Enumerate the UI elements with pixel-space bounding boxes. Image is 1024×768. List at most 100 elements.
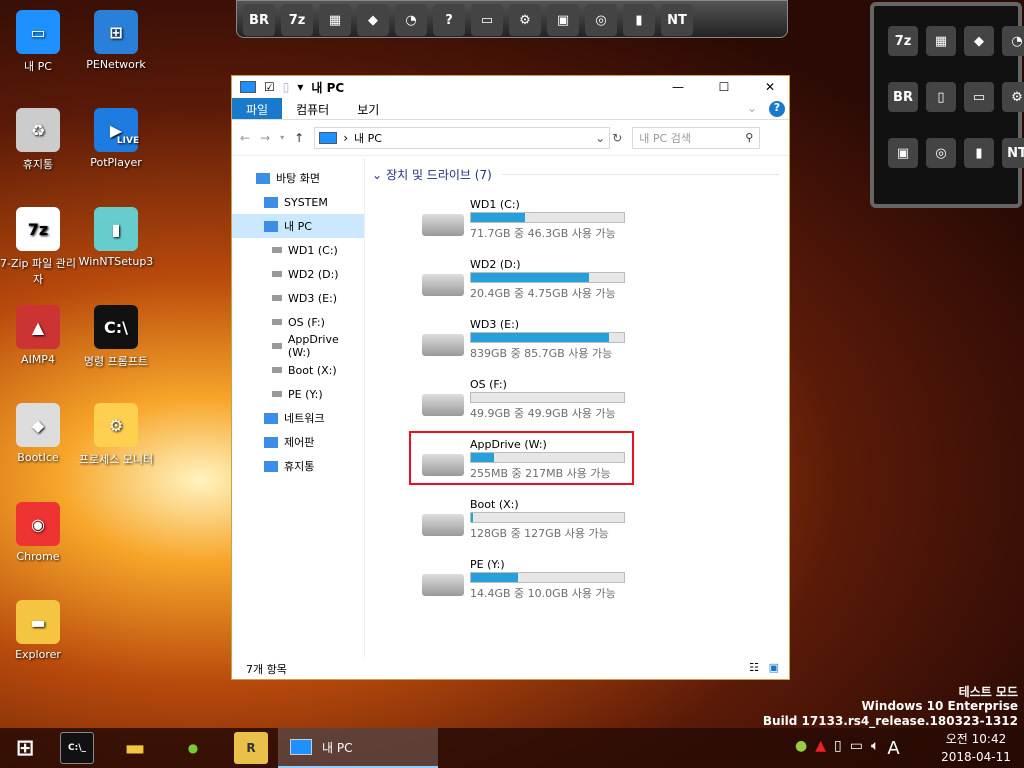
- 7z-launcher-icon[interactable]: 7z: [888, 26, 918, 56]
- desktop-icon[interactable]: ▲ AIMP4: [0, 305, 76, 366]
- desktop-icon[interactable]: ▮ WinNTSetup3: [78, 207, 154, 268]
- ime-indicator[interactable]: A: [887, 738, 899, 759]
- nav-item[interactable]: OS (F:): [232, 310, 364, 334]
- volume-icon[interactable]: 🔈︎: [871, 738, 879, 759]
- nav-item[interactable]: SYSTEM: [232, 190, 364, 214]
- maximize-button[interactable]: ☐: [705, 80, 743, 94]
- address-bar[interactable]: › 내 PC ⌄: [314, 126, 611, 149]
- nav-item[interactable]: 제어판: [232, 430, 364, 454]
- desktop-icon[interactable]: ▭ 내 PC: [0, 10, 76, 74]
- clock[interactable]: 오전 10:42 2018-04-11: [936, 730, 1016, 766]
- network-icon[interactable]: ▭: [850, 738, 863, 759]
- nav-item[interactable]: PE (Y:): [232, 382, 364, 406]
- 7z-launcher-icon[interactable]: 7z: [281, 4, 313, 36]
- settings-launcher-icon[interactable]: ⚙: [1002, 82, 1024, 112]
- bootice-launcher-icon[interactable]: ◆: [964, 26, 994, 56]
- drive-tile[interactable]: OS (F:) 49.9GB 중 49.9GB 사용 가능: [416, 378, 636, 428]
- cd-launcher-icon[interactable]: ◎: [585, 4, 617, 36]
- taskbar-app[interactable]: ●: [176, 732, 210, 764]
- desktop-icon[interactable]: 7z 7-Zip 파일 관리자: [0, 207, 76, 287]
- nav-item-label: 바탕 화면: [276, 172, 320, 185]
- properties-icon[interactable]: ☑: [264, 80, 275, 94]
- BR-launcher-icon[interactable]: BR: [888, 82, 918, 112]
- NT-launcher-icon[interactable]: NT: [661, 4, 693, 36]
- winntsetup-launcher-icon[interactable]: ▮: [623, 4, 655, 36]
- tab-computer[interactable]: 컴퓨터: [282, 98, 343, 119]
- nav-item[interactable]: WD1 (C:): [232, 238, 364, 262]
- partition-launcher-icon[interactable]: ◔: [1002, 26, 1024, 56]
- desktop-icon[interactable]: C:\ 명령 프롬프트: [78, 305, 154, 369]
- desktop-icon[interactable]: ⊞ PENetwork: [78, 10, 154, 71]
- nav-item[interactable]: WD2 (D:): [232, 262, 364, 286]
- BR-launcher-icon[interactable]: BR: [243, 4, 275, 36]
- back-button[interactable]: ←: [240, 131, 250, 145]
- nav-item[interactable]: Boot (X:): [232, 358, 364, 382]
- nav-item[interactable]: 네트워크: [232, 406, 364, 430]
- recent-dropdown-icon[interactable]: ▾: [280, 133, 284, 142]
- winntsetup-launcher-icon[interactable]: ▮: [964, 138, 994, 168]
- drive-tile[interactable]: WD2 (D:) 20.4GB 중 4.75GB 사용 가능: [416, 258, 636, 308]
- drive-tile[interactable]: AppDrive (W:) 255MB 중 217MB 사용 가능: [409, 431, 636, 488]
- help-icon[interactable]: ?: [769, 101, 785, 117]
- partition-launcher-icon[interactable]: ◔: [395, 4, 427, 36]
- search-input[interactable]: 내 PC 검색 ⚲: [632, 126, 761, 149]
- nav-item[interactable]: WD3 (E:): [232, 286, 364, 310]
- drive-tile[interactable]: Boot (X:) 128GB 중 127GB 사용 가능: [416, 498, 636, 548]
- monitor-launcher-icon[interactable]: ▭: [471, 4, 503, 36]
- bootice-launcher-icon[interactable]: ◆: [357, 4, 389, 36]
- taskbar-r-app[interactable]: R: [234, 732, 268, 764]
- nav-item[interactable]: 내 PC: [232, 214, 364, 238]
- up-button[interactable]: ↑: [294, 131, 304, 145]
- nav-item-label: WD1 (C:): [288, 243, 338, 257]
- new-folder-icon[interactable]: ▯: [283, 80, 290, 94]
- item-count: 7개 항목: [246, 663, 287, 676]
- desktop-icon[interactable]: ▶ LIVE PotPlayer: [78, 108, 154, 169]
- taskbar-cmd[interactable]: C:\_: [60, 732, 94, 764]
- nav-item[interactable]: 바탕 화면: [232, 166, 364, 190]
- tray-app-icon[interactable]: ●: [795, 738, 807, 759]
- settings-launcher-icon[interactable]: ⚙: [509, 4, 541, 36]
- quick-launch-toolbar: BR 7z ▦ ◆ ◔? ▭ ⚙ ▣ ◎ ▮ NT: [236, 0, 788, 38]
- help-launcher-icon[interactable]: ?: [433, 4, 465, 36]
- cd-launcher-icon[interactable]: ◎: [926, 138, 956, 168]
- section-header[interactable]: ⌄ 장치 및 드라이브 (7): [372, 166, 779, 183]
- taskbar-explorer[interactable]: ▬: [118, 732, 152, 764]
- box-launcher-icon[interactable]: ▣: [547, 4, 579, 36]
- tray-arrow-icon[interactable]: ▲: [815, 738, 826, 759]
- close-button[interactable]: ✕: [751, 80, 789, 94]
- large-icons-view-icon[interactable]: ▣: [769, 661, 779, 674]
- winrar-launcher-icon[interactable]: ▦: [926, 26, 956, 56]
- forward-button[interactable]: →: [260, 131, 270, 145]
- nav-item[interactable]: 휴지통: [232, 454, 364, 478]
- desktop-app-icon: ♻: [16, 108, 60, 152]
- details-view-icon[interactable]: ☷: [749, 661, 759, 674]
- desktop-icon[interactable]: ▬ Explorer: [0, 600, 76, 661]
- desktop-icon[interactable]: ◉ Chrome: [0, 502, 76, 563]
- tab-file[interactable]: 파일: [232, 98, 283, 119]
- expand-ribbon-icon[interactable]: ⌄: [739, 98, 765, 119]
- qat-dropdown-icon[interactable]: ▾: [297, 80, 303, 94]
- nav-item-label: 네트워크: [284, 412, 325, 425]
- usb-icon[interactable]: ▯: [834, 738, 842, 759]
- box-launcher-icon[interactable]: ▣: [888, 138, 918, 168]
- clock-date: 2018-04-11: [941, 750, 1011, 764]
- taskbar-window-my-pc[interactable]: 내 PC: [278, 728, 438, 768]
- address-dropdown-icon[interactable]: ⌄: [595, 131, 605, 145]
- breadcrumb[interactable]: 내 PC: [354, 130, 382, 146]
- nav-item[interactable]: AppDrive (W:): [232, 333, 364, 359]
- monitor-launcher-icon[interactable]: ▭: [964, 82, 994, 112]
- drive-tile[interactable]: WD1 (C:) 71.7GB 중 46.3GB 사용 가능: [416, 198, 636, 248]
- desktop-icon[interactable]: ⚙ 프로세스 모니터: [78, 403, 154, 467]
- tab-view[interactable]: 보기: [343, 98, 393, 119]
- drive-tile[interactable]: PE (Y:) 14.4GB 중 10.0GB 사용 가능: [416, 558, 636, 608]
- minimize-button[interactable]: —: [659, 80, 697, 94]
- NT-launcher-icon[interactable]: NT: [1002, 138, 1024, 168]
- start-button[interactable]: ⊞: [8, 732, 42, 764]
- drive-tile[interactable]: WD3 (E:) 839GB 중 85.7GB 사용 가능: [416, 318, 636, 368]
- desktop-icon[interactable]: ◆ BootIce: [0, 403, 76, 464]
- desktop-icon[interactable]: ♻ 휴지통: [0, 108, 76, 172]
- document-launcher-icon[interactable]: ▯: [926, 82, 956, 112]
- drive-icon: [272, 247, 282, 253]
- winrar-launcher-icon[interactable]: ▦: [319, 4, 351, 36]
- refresh-button[interactable]: ↻: [612, 131, 622, 145]
